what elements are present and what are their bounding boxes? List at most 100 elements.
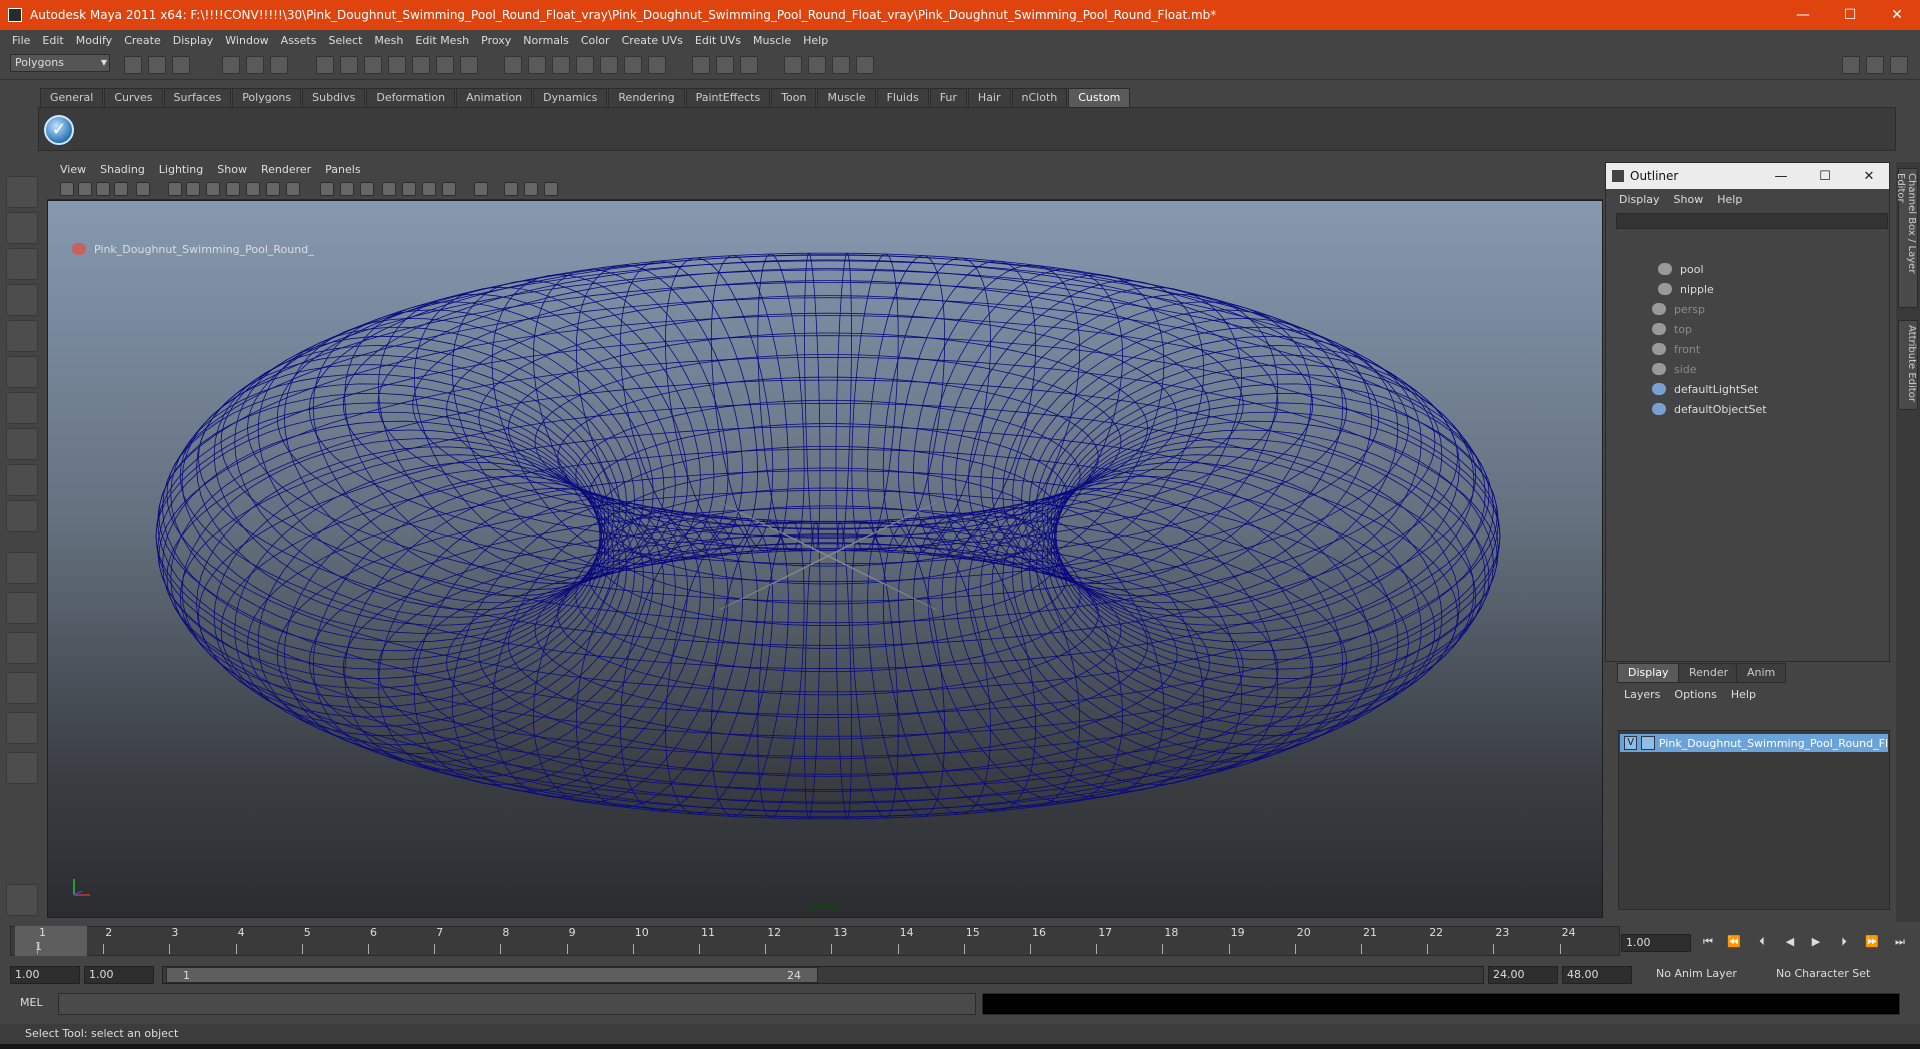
- input-ops-icon[interactable]: [552, 56, 570, 74]
- xray-joints-icon[interactable]: [360, 182, 374, 196]
- single-view-icon[interactable]: [504, 182, 518, 196]
- outliner-item[interactable]: defaultObjectSet: [1652, 400, 1767, 418]
- outliner-close-button[interactable]: ✕: [1847, 163, 1891, 189]
- viewport-menu-panels[interactable]: Panels: [318, 163, 367, 176]
- save-scene-icon[interactable]: [172, 56, 190, 74]
- layout-single-pane-icon[interactable]: [1842, 56, 1860, 74]
- bookmark-icon[interactable]: [96, 182, 110, 196]
- new-scene-icon[interactable]: [124, 56, 142, 74]
- step-back-frame-icon[interactable]: ⏪: [1723, 935, 1745, 951]
- snap-surface-icon[interactable]: [412, 56, 430, 74]
- viewport-menu-shading[interactable]: Shading: [93, 163, 152, 176]
- attribute-editor-tab[interactable]: Attribute Editor: [1898, 320, 1918, 410]
- wireframe-on-shaded-icon[interactable]: [246, 182, 260, 196]
- select-by-component-icon[interactable]: [270, 56, 288, 74]
- layer-menu-layers[interactable]: Layers: [1617, 688, 1667, 701]
- layer-tab-render[interactable]: Render: [1678, 663, 1740, 683]
- camera-attributes-icon[interactable]: [78, 182, 92, 196]
- show-manipulator-icon[interactable]: [6, 464, 38, 496]
- smooth-shade-icon[interactable]: [226, 182, 240, 196]
- magnet-icon[interactable]: [624, 56, 642, 74]
- play-backwards-icon[interactable]: ◀: [1779, 935, 1801, 951]
- camera-select-icon[interactable]: [60, 182, 74, 196]
- shelf-tab-painteffects[interactable]: PaintEffects: [685, 88, 771, 107]
- ipr-render-icon[interactable]: [692, 56, 710, 74]
- menu-edit[interactable]: Edit: [36, 34, 69, 47]
- shelf-tab-polygons[interactable]: Polygons: [232, 88, 302, 107]
- layout-graph-persp-icon[interactable]: [6, 672, 38, 704]
- play-forwards-icon[interactable]: ▶: [1805, 935, 1827, 951]
- layout-outliner-persp-icon[interactable]: [6, 632, 38, 664]
- two-view-icon[interactable]: [524, 182, 538, 196]
- menu-proxy[interactable]: Proxy: [475, 34, 517, 47]
- xray-icon[interactable]: [340, 182, 354, 196]
- outliner-minimize-button[interactable]: —: [1759, 163, 1803, 189]
- shelf-tab-custom[interactable]: Custom: [1068, 88, 1131, 107]
- menu-edit-uvs[interactable]: Edit UVs: [689, 34, 747, 47]
- shelf-tab-general[interactable]: General: [40, 88, 104, 107]
- playback-end-input[interactable]: 24.00: [1488, 966, 1558, 984]
- outliner-menu-display[interactable]: Display: [1612, 193, 1667, 206]
- show-hide-tool-settings-icon[interactable]: [832, 56, 850, 74]
- outliner-item[interactable]: persp: [1652, 300, 1705, 318]
- film-gate-icon[interactable]: [168, 182, 182, 196]
- maximize-button[interactable]: ☐: [1827, 0, 1873, 30]
- use-lights-icon[interactable]: [286, 182, 300, 196]
- animation-end-input[interactable]: 48.00: [1562, 966, 1632, 984]
- menu-window[interactable]: Window: [219, 34, 274, 47]
- isolate-select-icon[interactable]: [320, 182, 334, 196]
- shelf-tab-fur[interactable]: Fur: [929, 88, 967, 107]
- light-sphere-icon[interactable]: [402, 182, 416, 196]
- shaded-sphere-icon[interactable]: [422, 182, 436, 196]
- outliner-item[interactable]: front: [1652, 340, 1700, 358]
- shelf-tab-dynamics[interactable]: Dynamics: [533, 88, 608, 107]
- default-material-icon[interactable]: [442, 182, 456, 196]
- step-forward-frame-icon[interactable]: ⏩: [1861, 935, 1883, 951]
- rotate-tool-icon[interactable]: [6, 320, 38, 352]
- mode-selector[interactable]: Polygons ▼: [10, 54, 110, 72]
- shelf-tab-muscle[interactable]: Muscle: [817, 88, 876, 107]
- go-to-end-icon[interactable]: ⏭: [1889, 935, 1911, 951]
- outliner-maximize-button[interactable]: ☐: [1803, 163, 1847, 189]
- mel-label[interactable]: MEL: [20, 996, 43, 1009]
- layout-outliner-icon[interactable]: [1866, 56, 1884, 74]
- move-tool-icon[interactable]: [6, 284, 38, 316]
- show-hide-channel-box-icon[interactable]: [856, 56, 874, 74]
- paint-select-tool-icon[interactable]: [6, 248, 38, 280]
- textured-icon[interactable]: [266, 182, 280, 196]
- snap-view-icon[interactable]: [436, 56, 454, 74]
- shelf-tab-hair[interactable]: Hair: [967, 88, 1011, 107]
- shelf-tab-rendering[interactable]: Rendering: [608, 88, 685, 107]
- current-frame-input[interactable]: 1.00: [1621, 934, 1691, 952]
- anim-layer-dropdown[interactable]: No Anim Layer: [1652, 966, 1764, 984]
- shelf-tab-animation[interactable]: Animation: [456, 88, 533, 107]
- menu-normals[interactable]: Normals: [517, 34, 575, 47]
- shelf-tab-subdivs[interactable]: Subdivs: [302, 88, 366, 107]
- wireframe-icon[interactable]: [206, 182, 220, 196]
- image-plane-icon[interactable]: [114, 182, 128, 196]
- highlight-selection-icon[interactable]: [528, 56, 546, 74]
- snap-point-icon[interactable]: [364, 56, 382, 74]
- outliner-menu-show[interactable]: Show: [1667, 193, 1711, 206]
- layer-visibility-toggle[interactable]: V: [1624, 736, 1638, 750]
- time-slider[interactable]: [10, 926, 1620, 956]
- lock-icon[interactable]: [504, 56, 522, 74]
- output-ops-icon[interactable]: [576, 56, 594, 74]
- shelf-tab-surfaces[interactable]: Surfaces: [163, 88, 232, 107]
- hypershade-icon[interactable]: [740, 56, 758, 74]
- select-by-hierarchy-icon[interactable]: [222, 56, 240, 74]
- share-icon[interactable]: [544, 182, 558, 196]
- layout-single-icon[interactable]: [6, 552, 38, 584]
- lasso-tool-icon[interactable]: [6, 212, 38, 244]
- soft-modification-icon[interactable]: [6, 428, 38, 460]
- viewport-menu-view[interactable]: View: [53, 163, 93, 176]
- select-tool-icon[interactable]: [6, 176, 38, 208]
- playback-start-input[interactable]: 1.00: [84, 966, 154, 984]
- menu-create-uvs[interactable]: Create UVs: [616, 34, 689, 47]
- menu-file[interactable]: File: [6, 34, 36, 47]
- close-button[interactable]: ✕: [1874, 0, 1920, 30]
- menu-select[interactable]: Select: [322, 34, 368, 47]
- render-current-icon[interactable]: [648, 56, 666, 74]
- outliner-item[interactable]: top: [1652, 320, 1692, 338]
- outliner-item[interactable]: nipple: [1658, 280, 1714, 298]
